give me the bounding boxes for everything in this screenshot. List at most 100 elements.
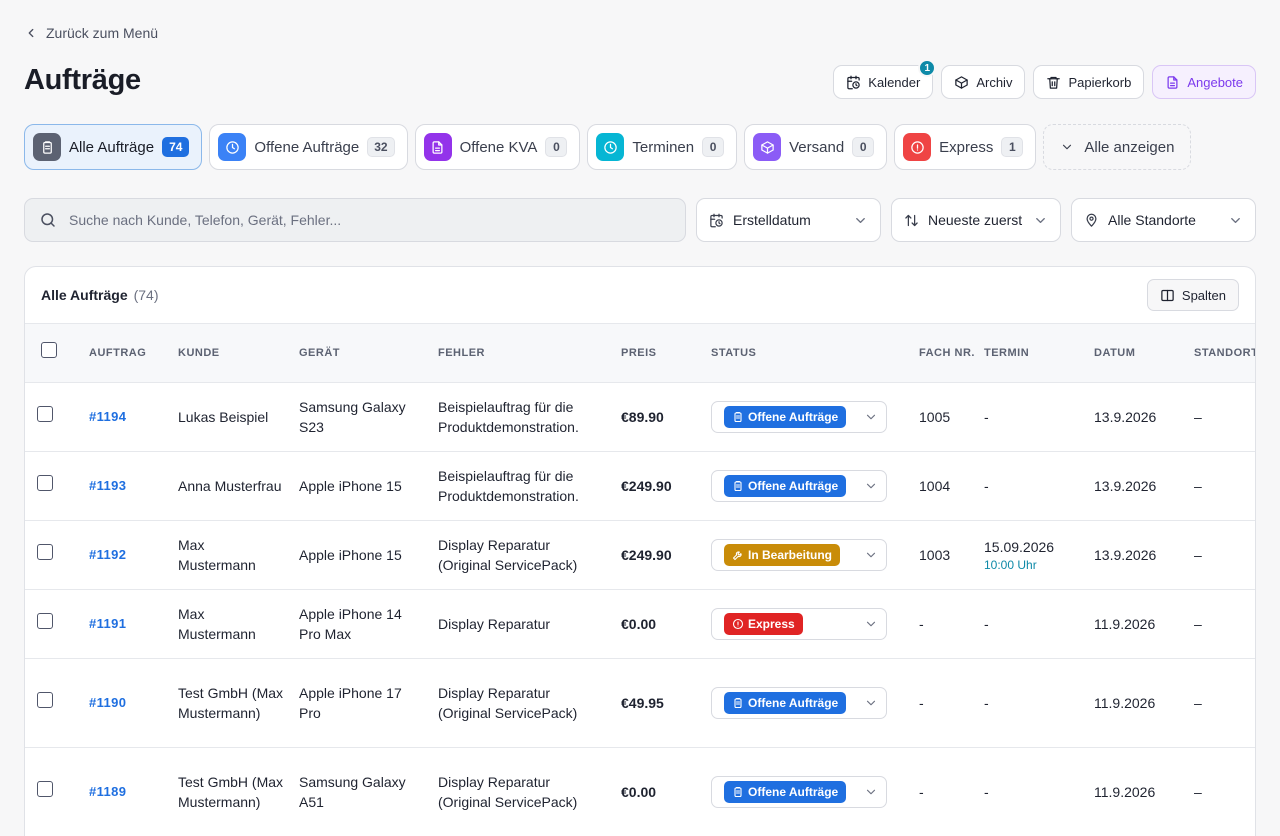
fault-cell: Beispielauftrag für die Produktdemonstra… (438, 451, 621, 521)
select-all-checkbox[interactable] (41, 342, 57, 359)
tab-all-orders[interactable]: Alle Aufträge 74 (24, 124, 203, 170)
row-checkbox[interactable] (37, 613, 53, 629)
tab-open-orders[interactable]: Offene Aufträge 32 (209, 124, 408, 170)
date-cell: 11.9.2026 (1094, 747, 1194, 836)
status-select[interactable]: Offene Aufträge (711, 775, 887, 808)
show-all-tabs-button[interactable]: Alle anzeigen (1043, 124, 1192, 170)
order-number-link[interactable]: #1193 (89, 478, 126, 493)
location-cell: – (1194, 658, 1255, 748)
trash-button[interactable]: Papierkorb (1033, 65, 1145, 99)
header-standort[interactable]: STANDORT (1194, 324, 1255, 383)
header-status[interactable]: STATUS (711, 324, 919, 383)
date-cell: 13.9.2026 (1094, 451, 1194, 521)
table-row[interactable]: #1190 Test GmbH (Max Mustermann) Apple iPh… (25, 658, 1255, 748)
device-cell: Samsung Galaxy A51 (299, 747, 438, 836)
alert-circle-icon (732, 618, 744, 630)
status-badge: Offene Aufträge (724, 691, 847, 714)
header-preis[interactable]: PREIS (621, 324, 711, 383)
date-filter-select[interactable]: Erstelldatum (696, 198, 881, 242)
termin-date: 15.09.2026 (984, 538, 1055, 555)
header-termin[interactable]: TERMIN (984, 324, 1094, 383)
search-input[interactable] (69, 212, 629, 228)
table-row[interactable]: #1191 Max Mustermann Apple iPhone 14 Pro M… (25, 589, 1255, 659)
tab-label: Alle Aufträge (69, 138, 155, 156)
date-filter-value: Erstelldatum (733, 212, 811, 228)
order-number-link[interactable]: #1192 (89, 547, 126, 562)
chevron-down-icon (866, 700, 876, 705)
clipboard-icon (732, 480, 744, 492)
location-cell: – (1194, 451, 1255, 521)
archive-button[interactable]: Archiv (941, 65, 1026, 99)
row-checkbox[interactable] (37, 781, 53, 797)
header-auftrag[interactable]: AUFTRAG (89, 324, 178, 383)
page-title: Aufträge (24, 64, 141, 96)
fault-cell: Display Reparatur (Original ServicePack) (438, 747, 621, 836)
trash-icon (1047, 76, 1061, 89)
order-number-link[interactable]: #1189 (89, 784, 126, 799)
status-select[interactable]: Offene Aufträge (711, 469, 887, 502)
fault-cell: Display Reparatur (Original ServicePack) (438, 658, 621, 748)
columns-button[interactable]: Spalten (1146, 279, 1239, 311)
order-number-link[interactable]: #1194 (89, 409, 126, 424)
chevron-down-icon (866, 552, 876, 557)
status-badge: Express (724, 612, 803, 635)
show-all-label: Alle anzeigen (1084, 138, 1175, 156)
table-row[interactable]: #1192 Max Mustermann Apple iPhone 15 Displa… (25, 520, 1255, 590)
price-cell: €249.90 (621, 451, 711, 521)
row-checkbox[interactable] (37, 406, 53, 422)
alert-circle-icon (903, 133, 932, 161)
offers-button[interactable]: Angebote (1152, 65, 1256, 99)
tab-label: Versand (789, 138, 845, 156)
table-row[interactable]: #1194 Lukas Beispiel Samsung Galaxy S23 Bei… (25, 382, 1255, 452)
status-label: In Bearbeitung (748, 547, 833, 562)
status-label: Offene Aufträge (748, 784, 839, 799)
header-datum[interactable]: DATUM (1094, 324, 1194, 383)
header-fehler[interactable]: FEHLER (438, 324, 621, 383)
back-to-menu-link[interactable]: Zurück zum Menü (24, 25, 158, 41)
orders-card: Alle Aufträge (74) Spalten AUFTRAG KUNDE… (24, 266, 1256, 836)
termin-cell: - (984, 382, 1094, 452)
header-fach[interactable]: FACH NR. (919, 324, 984, 383)
device-cell: Apple iPhone 14 Pro Max (299, 589, 438, 659)
location-cell: – (1194, 747, 1255, 836)
order-number-link[interactable]: #1191 (89, 616, 126, 631)
table-row[interactable]: #1193 Anna Musterfrau Apple iPhone 15 Beisp… (25, 451, 1255, 521)
order-number-link[interactable]: #1190 (89, 695, 126, 710)
status-select[interactable]: In Bearbeitung (711, 538, 887, 571)
row-checkbox[interactable] (37, 544, 53, 560)
clock-icon (218, 133, 247, 161)
status-select[interactable]: Express (711, 607, 887, 640)
sort-arrows-icon (905, 214, 918, 226)
termin-date: - (984, 408, 989, 425)
row-checkbox[interactable] (37, 475, 53, 491)
row-checkbox[interactable] (37, 692, 53, 708)
tab-count: 74 (162, 137, 190, 157)
customer-cell: Anna Musterfrau (178, 451, 299, 521)
price-cell: €89.90 (621, 382, 711, 452)
status-label: Offene Aufträge (748, 695, 839, 710)
header-geraet[interactable]: GERÄT (299, 324, 438, 383)
tab-express[interactable]: Express 1 (894, 124, 1037, 170)
calendar-button[interactable]: Kalender 1 (833, 59, 937, 99)
tab-open-kva[interactable]: Offene KVA 0 (414, 124, 581, 170)
price-cell: €249.90 (621, 520, 711, 590)
termin-cell: - (984, 658, 1094, 748)
tab-count: 32 (367, 137, 395, 157)
status-select[interactable]: Offene Aufträge (711, 400, 887, 433)
status-select[interactable]: Offene Aufträge (711, 686, 887, 719)
chevron-left-icon (28, 28, 34, 38)
header-kunde[interactable]: KUNDE (178, 324, 299, 383)
card-count: (74) (133, 287, 159, 303)
table-row[interactable]: #1189 Test GmbH (Max Mustermann) Samsung G… (25, 747, 1255, 836)
box-icon (955, 75, 969, 89)
sort-select[interactable]: Neueste zuerst (891, 198, 1061, 242)
tab-label: Terminen (632, 138, 695, 156)
search-icon (41, 213, 55, 227)
chevron-down-icon (1036, 217, 1045, 223)
tab-label: Offene Aufträge (254, 138, 360, 156)
chevron-down-icon (866, 483, 876, 488)
location-select[interactable]: Alle Standorte (1071, 198, 1256, 242)
tab-appointments[interactable]: Terminen 0 (587, 124, 738, 170)
calendar-badge: 1 (918, 59, 937, 77)
tab-shipping[interactable]: Versand 0 (744, 124, 888, 170)
